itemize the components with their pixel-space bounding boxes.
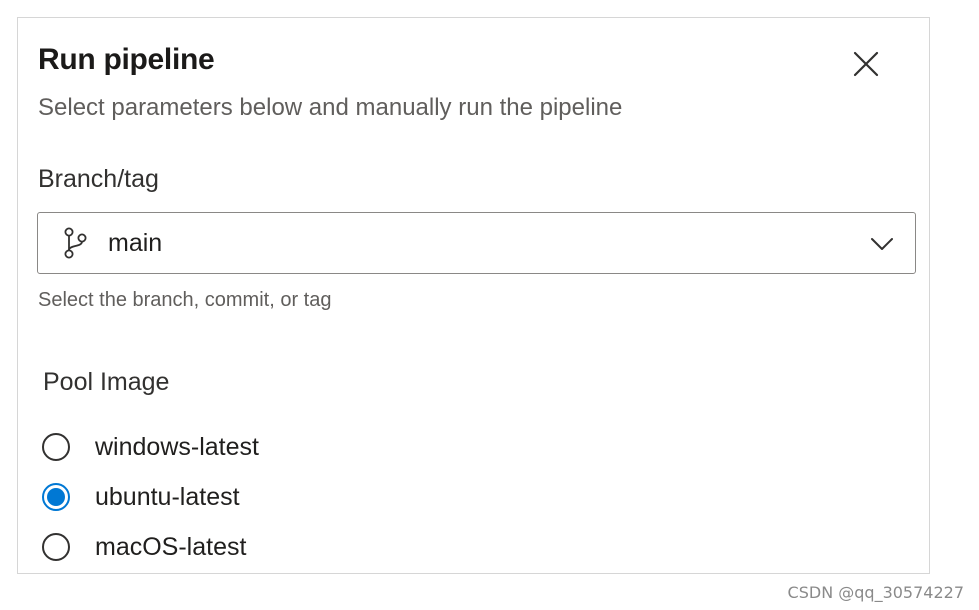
close-button[interactable] — [846, 44, 886, 84]
pool-image-label: Pool Image — [43, 368, 170, 396]
radio-button[interactable] — [42, 433, 70, 461]
run-pipeline-panel: Run pipeline Select parameters below and… — [17, 17, 930, 574]
dialog-subtitle: Select parameters below and manually run… — [38, 94, 623, 121]
chevron-down-icon — [869, 231, 895, 257]
radio-option-macos-latest[interactable]: macOS-latest — [42, 522, 259, 572]
radio-button[interactable] — [42, 483, 70, 511]
dialog-title: Run pipeline — [38, 43, 215, 76]
radio-label: windows-latest — [95, 432, 259, 461]
radio-label: macOS-latest — [95, 532, 247, 561]
radio-option-ubuntu-latest[interactable]: ubuntu-latest — [42, 472, 259, 522]
radio-label: ubuntu-latest — [95, 482, 240, 511]
branch-tag-dropdown[interactable]: main — [37, 212, 916, 274]
close-icon — [853, 51, 879, 77]
radio-option-windows-latest[interactable]: windows-latest — [42, 422, 259, 472]
branch-tag-label: Branch/tag — [38, 165, 159, 193]
branch-helper-text: Select the branch, commit, or tag — [38, 289, 332, 311]
pool-image-radio-group: windows-latest ubuntu-latest macOS-lates… — [42, 422, 259, 572]
watermark: CSDN @qq_30574227 — [787, 583, 964, 602]
git-branch-icon — [60, 226, 90, 260]
branch-tag-value: main — [108, 228, 163, 257]
radio-button[interactable] — [42, 533, 70, 561]
